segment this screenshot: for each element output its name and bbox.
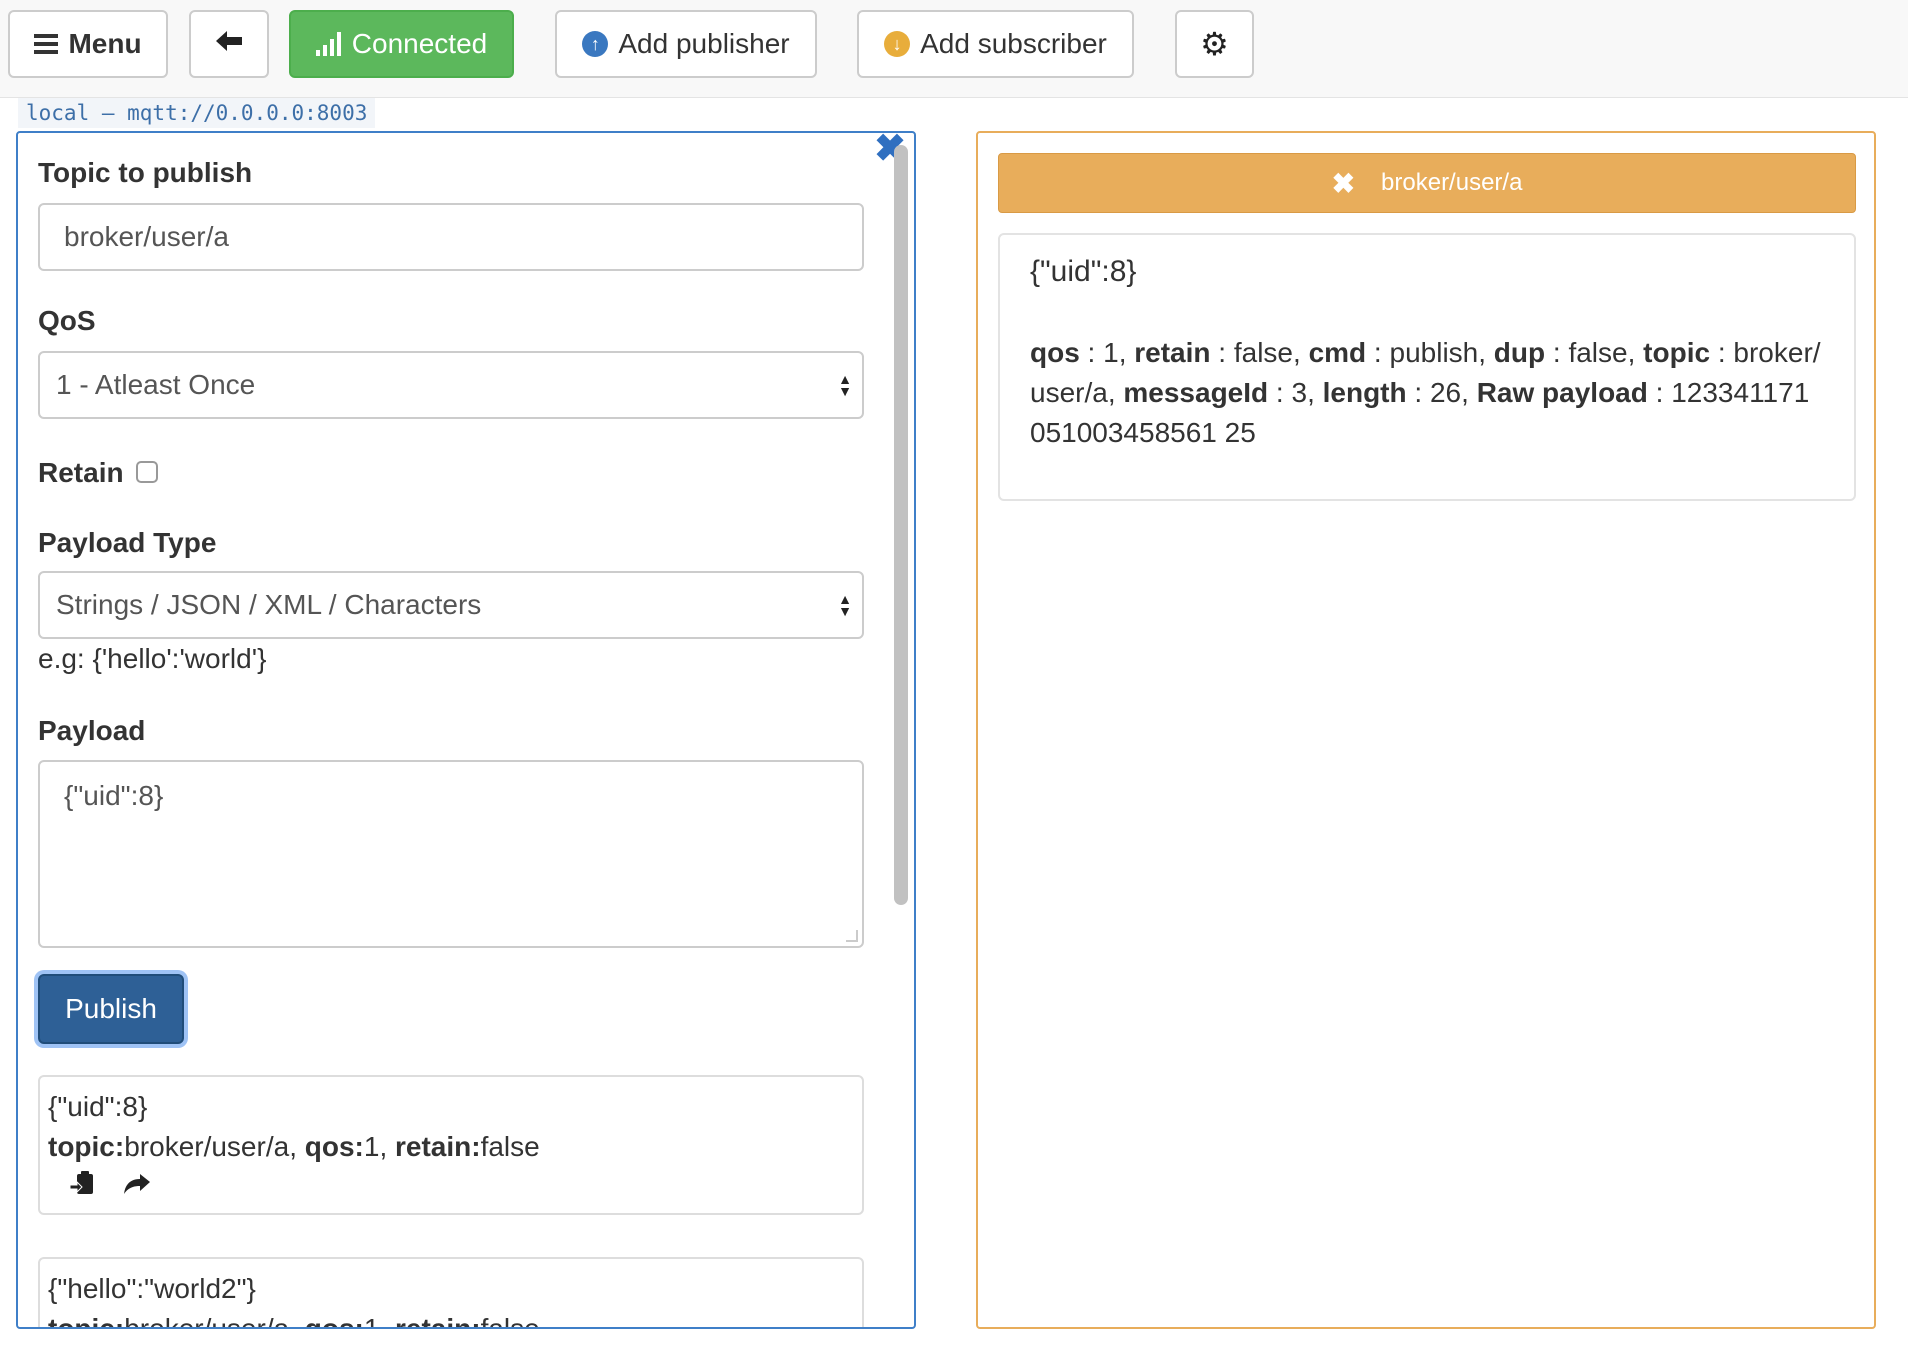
- upload-circle-icon: ↑: [582, 31, 609, 57]
- retain-label: Retain: [38, 457, 124, 488]
- subscriber-topic: broker/user/a: [1381, 169, 1523, 196]
- add-publisher-button[interactable]: ↑ Add publisher: [555, 10, 817, 78]
- history-qos-key: qos:: [304, 1131, 364, 1162]
- payload-type-label: Payload Type: [38, 527, 217, 558]
- settings-button[interactable]: ⚙: [1175, 10, 1254, 78]
- topic-input[interactable]: broker/user/a: [38, 203, 864, 271]
- add-subscriber-label: Add subscriber: [920, 28, 1107, 59]
- signal-bars-icon: [315, 32, 342, 56]
- history-qos: 1: [363, 1131, 380, 1162]
- meta-key: retain: [1134, 337, 1211, 368]
- publish-button[interactable]: Publish: [38, 974, 184, 1044]
- history-qos-key: qos:: [304, 1313, 364, 1329]
- add-publisher-label: Add publisher: [618, 28, 790, 59]
- history-item: {"uid":8} topic:broker/user/a, qos:1, re…: [38, 1075, 864, 1215]
- download-circle-icon: ↓: [884, 31, 911, 57]
- meta-value: 1: [1103, 337, 1119, 368]
- menu-label: Menu: [68, 28, 142, 59]
- history-topic-key: topic:: [48, 1313, 125, 1329]
- qos-label: QoS: [38, 305, 96, 336]
- back-button[interactable]: [189, 10, 269, 78]
- history-topic: broker/user/a: [124, 1131, 290, 1162]
- history-retain: false: [480, 1131, 540, 1162]
- scrollbar-thumb[interactable]: [894, 145, 908, 905]
- meta-key: qos: [1030, 337, 1080, 368]
- retain-checkbox[interactable]: [136, 461, 158, 483]
- meta-value: false: [1568, 337, 1628, 368]
- publisher-panel: ✖ Topic to publish broker/user/a QoS 1 -…: [16, 131, 916, 1329]
- meta-value: 3: [1291, 377, 1308, 408]
- history-retain: false: [480, 1313, 540, 1329]
- history-item: {"hello":"world2"} topic:broker/user/a, …: [38, 1257, 864, 1329]
- connected-button[interactable]: Connected: [289, 10, 514, 78]
- close-icon[interactable]: ✖: [1332, 167, 1355, 200]
- top-toolbar: Menu Connected ↑ Add publisher ↓ Add sub…: [0, 0, 1908, 98]
- history-actions: [48, 1169, 854, 1209]
- meta-key: messageId: [1123, 377, 1269, 408]
- republish-icon[interactable]: [122, 1169, 152, 1209]
- history-payload: {"uid":8}: [48, 1091, 148, 1122]
- history-meta: topic:broker/user/a, qos:1, retain:false: [48, 1309, 854, 1329]
- payload-textarea-value: {"uid":8}: [64, 780, 164, 811]
- menu-button[interactable]: Menu: [8, 10, 168, 78]
- meta-key: dup: [1493, 337, 1546, 368]
- hamburger-icon: [34, 33, 59, 55]
- topic-label: Topic to publish: [38, 157, 253, 188]
- message-meta: qos : 1, retain : false, cmd : publish, …: [1030, 337, 1821, 448]
- history-payload: {"hello":"world2"}: [48, 1273, 256, 1304]
- gear-icon: ⚙: [1200, 26, 1229, 62]
- history-topic-key: topic:: [48, 1131, 125, 1162]
- paste-to-form-icon[interactable]: [68, 1169, 96, 1209]
- select-arrows-icon: ▲ ▼: [838, 371, 852, 399]
- payload-hint: e.g: {'hello':'world'}: [38, 643, 267, 674]
- meta-value: false: [1233, 337, 1294, 368]
- message-payload: {"uid":8}: [1030, 255, 1137, 288]
- meta-key: Raw payload: [1476, 377, 1648, 408]
- connection-label: local – mqtt://0.0.0.0:8003: [18, 98, 376, 128]
- meta-value: 26: [1429, 377, 1462, 408]
- arrow-left-icon: [214, 28, 244, 60]
- meta-value: publish: [1389, 337, 1479, 368]
- payload-label: Payload: [38, 715, 146, 746]
- select-arrows-icon: ▲ ▼: [838, 591, 852, 619]
- subscriber-topic-header[interactable]: ✖ broker/user/a: [998, 153, 1856, 213]
- meta-key: topic: [1643, 337, 1711, 368]
- qos-select[interactable]: 1 - Atleast Once ▲ ▼: [38, 351, 864, 419]
- subscriber-panel: ✖ broker/user/a {"uid":8} qos : 1, retai…: [976, 131, 1876, 1329]
- payload-textarea[interactable]: {"uid":8}: [38, 760, 864, 948]
- history-meta: topic:broker/user/a, qos:1, retain:false: [48, 1131, 540, 1162]
- payload-type-select-value: Strings / JSON / XML / Characters: [56, 589, 482, 620]
- history-retain-key: retain:: [395, 1313, 481, 1329]
- message-card: {"uid":8} qos : 1, retain : false, cmd :…: [998, 233, 1856, 501]
- resize-grip-icon[interactable]: [846, 930, 858, 942]
- payload-type-select[interactable]: Strings / JSON / XML / Characters ▲ ▼: [38, 571, 864, 639]
- history-retain-key: retain:: [395, 1131, 481, 1162]
- topic-input-value: broker/user/a: [64, 221, 229, 252]
- meta-key: cmd: [1308, 337, 1367, 368]
- connected-label: Connected: [351, 28, 488, 59]
- history-qos: 1: [363, 1313, 380, 1329]
- meta-key: length: [1322, 377, 1407, 408]
- history-topic: broker/user/a: [124, 1313, 290, 1329]
- add-subscriber-button[interactable]: ↓ Add subscriber: [857, 10, 1134, 78]
- qos-select-value: 1 - Atleast Once: [56, 369, 256, 400]
